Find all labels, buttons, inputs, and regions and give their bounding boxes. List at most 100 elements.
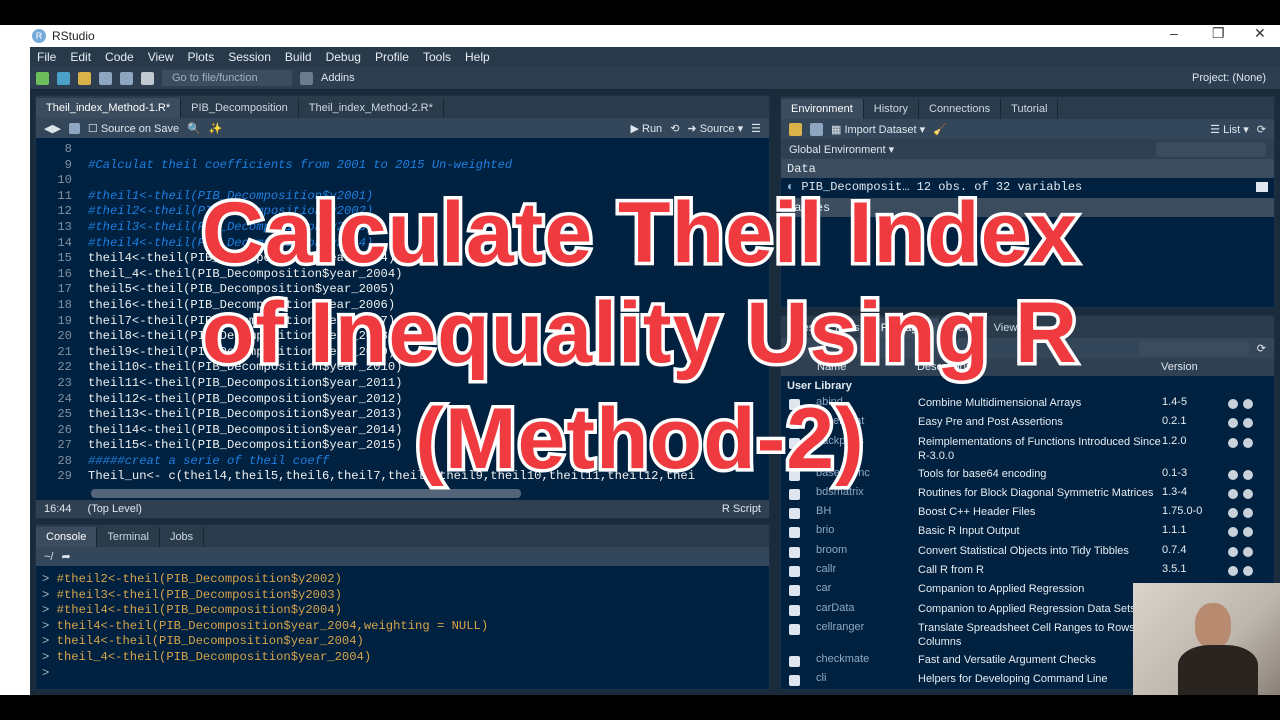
open-file-icon[interactable] [78,71,91,85]
goto-file-input[interactable]: Go to file/function [162,70,292,86]
horizontal-scrollbar[interactable] [91,489,521,498]
package-checkbox[interactable] [789,585,800,597]
menu-profile[interactable]: Profile [368,50,416,64]
package-checkbox[interactable] [789,488,800,500]
editor-tabs: Theil_index_Method-1.R* PIB_Decomposition… [36,96,769,118]
save-icon[interactable] [99,71,112,85]
editor-tab[interactable]: Theil_index_Method-2.R* [299,98,444,118]
console-command: theil_4<-theil(PIB_Decomposition$year_20… [56,649,372,664]
tab-tutorial[interactable]: Tutorial [1001,99,1059,119]
console-tab-console[interactable]: Console [36,527,98,547]
menu-file[interactable]: File [30,50,63,64]
package-name[interactable]: cellranger [816,621,918,633]
overlay-title-line-1: Calculate Theil Index [198,185,1080,281]
package-name[interactable]: brio [816,524,918,536]
editor-tab[interactable]: Theil_index_Method-1.R* [36,98,182,118]
broom-icon[interactable]: 🧹 [933,123,947,136]
print-icon[interactable] [141,71,154,85]
package-remove-icon[interactable] [1243,488,1253,499]
menu-edit[interactable]: Edit [63,50,98,64]
minimize-button[interactable]: – [1170,25,1178,41]
working-directory[interactable]: ~/ [44,551,53,563]
package-name[interactable]: bdsmatrix [816,486,918,498]
menu-help[interactable]: Help [458,50,497,64]
tab-history[interactable]: History [864,99,919,119]
console-input-line[interactable]: > [42,666,763,682]
list-view-menu[interactable]: ☰ List ▾ [1210,123,1249,136]
menu-plots[interactable]: Plots [181,50,222,64]
title-bar: R RStudio – ❐ ✕ [30,25,1280,47]
package-remove-icon[interactable] [1243,566,1253,577]
package-checkbox[interactable] [789,527,800,539]
save-file-icon[interactable] [68,122,80,134]
outline-icon[interactable]: ☰ [751,122,761,135]
package-remove-icon[interactable] [1243,508,1253,519]
project-menu[interactable]: Project: (None) [1192,72,1266,84]
package-description: Call R from R [918,564,985,577]
environment-search-input[interactable] [1156,141,1266,157]
package-checkbox[interactable] [789,508,800,520]
menu-debug[interactable]: Debug [319,50,368,64]
back-forward-icon[interactable]: ◀▶ [44,122,61,135]
source-on-save-checkbox[interactable]: ☐ Source on Save [88,122,179,135]
package-website-icon[interactable] [1228,546,1238,557]
menu-view[interactable]: View [141,50,181,64]
package-row: broom Convert Statistical Objects into Ti… [781,544,1274,563]
package-checkbox[interactable] [789,546,800,558]
console-output[interactable]: > #theil2<-theil(PIB_Decomposition$y2002… [36,566,769,681]
package-checkbox[interactable] [789,566,800,578]
package-website-icon[interactable] [1228,566,1238,577]
package-website-icon[interactable] [1228,488,1238,499]
console-line: > #theil4<-theil(PIB_Decomposition$y2004… [42,603,763,619]
package-name[interactable]: BH [816,505,918,517]
refresh-icon[interactable]: ⟳ [1257,123,1266,136]
package-website-icon[interactable] [1228,527,1238,538]
console-line: > theil4<-theil(PIB_Decomposition$year_2… [42,619,763,635]
run-button[interactable]: ▶ Run [630,122,662,135]
package-remove-icon[interactable] [1243,546,1253,557]
rerun-icon[interactable]: ⟲ [670,122,679,135]
console-tab-terminal[interactable]: Terminal [97,527,160,547]
console-tab-jobs[interactable]: Jobs [160,527,205,547]
package-checkbox[interactable] [789,675,800,687]
workspace-panes-icon[interactable] [300,71,313,85]
package-remove-icon[interactable] [1243,527,1253,538]
save-workspace-icon[interactable] [810,122,823,136]
search-icon[interactable]: 🔍 [187,122,201,135]
addins-menu[interactable]: Addins [321,72,355,84]
tab-environment[interactable]: Environment [781,99,864,119]
goto-directory-icon[interactable]: ➦ [61,550,70,563]
editor-tab[interactable]: PIB_Decomposition [181,98,299,118]
package-checkbox[interactable] [789,604,800,616]
package-checkbox[interactable] [789,655,800,667]
file-type-selector[interactable]: R Script [722,503,761,515]
restore-button[interactable]: ❐ [1212,25,1225,42]
source-button[interactable]: ➜ Source ▾ [687,122,743,135]
load-workspace-icon[interactable] [789,122,802,136]
save-all-icon[interactable] [120,71,133,85]
console-line: > theil_4<-theil(PIB_Decomposition$year_… [42,650,763,666]
close-button[interactable]: ✕ [1254,25,1266,42]
new-project-icon[interactable] [57,71,70,85]
scope-selector[interactable]: (Top Level) [88,503,142,515]
package-name[interactable]: callr [816,563,918,575]
tab-connections[interactable]: Connections [919,99,1002,119]
menu-session[interactable]: Session [221,50,278,64]
package-version: 3.5.1 [1162,563,1187,576]
package-name[interactable]: carData [816,602,918,614]
package-name[interactable]: cli [816,672,918,684]
package-website-icon[interactable] [1228,508,1238,519]
overlay-title-line-3: (Method-2) [412,391,867,487]
new-file-icon[interactable] [36,71,49,85]
menu-code[interactable]: Code [98,50,141,64]
package-name[interactable]: checkmate [816,653,918,665]
presenter-body [1178,645,1258,695]
package-checkbox[interactable] [789,623,800,635]
import-dataset-button[interactable]: ▦ Import Dataset ▾ [831,123,925,136]
package-name[interactable]: car [816,582,918,594]
menu-build[interactable]: Build [278,50,319,64]
code-tools-icon[interactable]: ✨ [209,122,223,135]
package-name[interactable]: broom [816,544,918,556]
global-environment-menu[interactable]: Global Environment ▾ [789,143,894,156]
menu-tools[interactable]: Tools [416,50,458,64]
